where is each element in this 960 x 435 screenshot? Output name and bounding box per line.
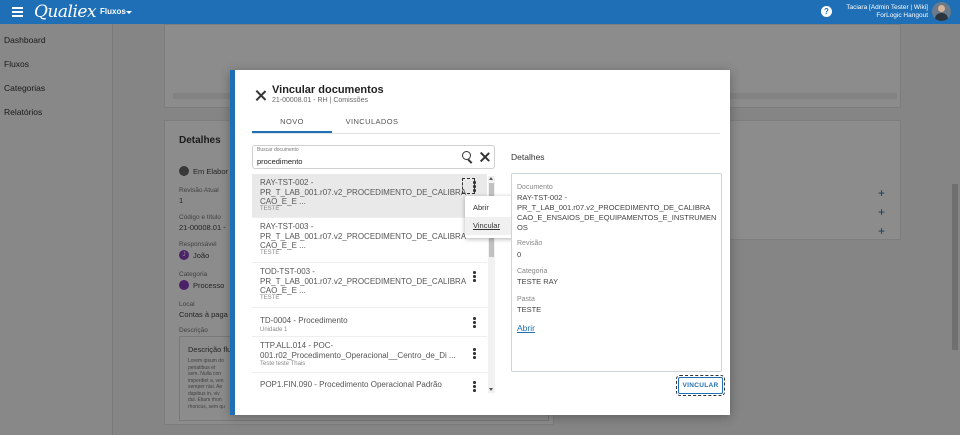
- top-app-bar: Qualiex Fluxos ? Taciara [Admin Tester |…: [0, 0, 960, 24]
- scroll-down-icon[interactable]: [489, 388, 493, 391]
- nav-fluxos-dropdown[interactable]: Fluxos: [100, 7, 126, 16]
- list-item[interactable]: RAY-TST-002 - PR_T_LAB_001.r07.v2_PROCEDI…: [252, 174, 487, 218]
- revisao-value: 0: [517, 250, 522, 259]
- list-item-title: TOD-TST-003 - PR_T_LAB_001.r07.v2_PROCEDI…: [260, 267, 467, 295]
- clear-icon[interactable]: [480, 152, 490, 162]
- search-icon[interactable]: [462, 151, 471, 160]
- chevron-down-icon[interactable]: [126, 11, 132, 14]
- list-item-title: TD-0004 - Procedimento: [260, 316, 348, 325]
- user-org: ForLogic Hangout: [876, 12, 928, 19]
- details-panel: Documento RAY-TST-002 - PR_T_LAB_001.r07.…: [511, 173, 722, 372]
- pasta-value: TESTE: [517, 305, 542, 314]
- list-item[interactable]: TOD-TST-003 - PR_T_LAB_001.r07.v2_PROCEDI…: [252, 263, 487, 308]
- user-info[interactable]: Taciara [Admin Tester | Wiki] ForLogic H…: [846, 4, 928, 20]
- dialog-title: Vincular documentos: [272, 84, 384, 96]
- categoria-value: TESTE RAY: [517, 277, 559, 286]
- open-document-link[interactable]: Abrir: [517, 323, 535, 333]
- revisao-label: Revisão: [517, 240, 543, 247]
- help-icon[interactable]: ?: [821, 6, 832, 17]
- more-vert-icon[interactable]: [473, 348, 476, 360]
- hamburger-menu-icon[interactable]: [12, 7, 23, 17]
- search-document-field[interactable]: Buscar documento procedimento: [252, 145, 495, 169]
- list-item-title: POP1.FIN.090 - Procedimento Operacional …: [260, 380, 442, 389]
- list-item-subtitle: TESTE: [260, 206, 280, 212]
- list-item[interactable]: TD-0004 - Procedimento Unidade 1: [252, 308, 487, 337]
- list-item-subtitle: Teste teste Thais: [260, 361, 306, 367]
- list-item[interactable]: POP1.FIN.090 - Procedimento Operacional …: [252, 373, 487, 393]
- list-item-title: TTP.ALL.014 - POC- 001.r02_Procedimento_O…: [260, 341, 456, 360]
- list-item-title: RAY-TST-003 - PR_T_LAB_001.r07.v2_PROCEDI…: [260, 222, 467, 250]
- tab-vinculados[interactable]: VINCULADOS: [332, 117, 412, 126]
- search-input[interactable]: procedimento: [257, 157, 302, 166]
- user-avatar[interactable]: [932, 2, 951, 21]
- list-item-subtitle: Unidade 1: [260, 327, 288, 333]
- documento-value: RAY-TST-002 - PR_T_LAB_001.r07.v2_PROCEDI…: [517, 193, 717, 232]
- list-item-subtitle: TESTE: [260, 250, 280, 256]
- more-vert-icon[interactable]: [473, 317, 476, 329]
- vincular-button[interactable]: VINCULAR: [676, 375, 725, 396]
- list-item-subtitle: TESTE: [260, 295, 280, 301]
- list-item-title: RAY-TST-002 - PR_T_LAB_001.r07.v2_PROCEDI…: [260, 178, 467, 206]
- scroll-up-icon[interactable]: [489, 177, 493, 180]
- details-heading: Detalhes: [511, 152, 545, 162]
- dialog-subtitle: 21-00008.01 - RH | Comissões: [272, 97, 368, 104]
- tabs-divider: [252, 133, 720, 134]
- vincular-documentos-dialog: Vincular documentos 21-00008.01 - RH | C…: [230, 70, 730, 415]
- app-logo[interactable]: Qualiex: [34, 2, 97, 22]
- more-vert-icon[interactable]: [473, 271, 476, 283]
- list-item[interactable]: RAY-TST-003 - PR_T_LAB_001.r07.v2_PROCEDI…: [252, 218, 487, 263]
- categoria-label: Categoria: [517, 268, 548, 275]
- close-icon[interactable]: [255, 90, 266, 101]
- list-item[interactable]: TTP.ALL.014 - POC- 001.r02_Procedimento_O…: [252, 337, 487, 373]
- more-vert-icon[interactable]: [473, 381, 476, 393]
- more-vert-icon[interactable]: [473, 181, 476, 193]
- search-label: Buscar documento: [257, 147, 299, 153]
- documento-label: Documento: [517, 184, 553, 191]
- results-list: RAY-TST-002 - PR_T_LAB_001.r07.v2_PROCEDI…: [252, 174, 487, 393]
- tab-novo[interactable]: NOVO: [252, 117, 332, 126]
- pasta-label: Pasta: [517, 296, 535, 303]
- user-name: Taciara [Admin Tester | Wiki]: [846, 4, 928, 11]
